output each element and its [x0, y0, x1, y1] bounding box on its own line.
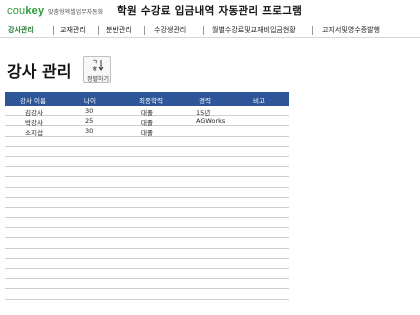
table-row[interactable]: 소지섭 30 대졸: [5, 126, 289, 137]
table-row[interactable]: [5, 259, 289, 269]
table-row[interactable]: [5, 269, 289, 280]
table-row[interactable]: [5, 137, 289, 147]
svg-text:ㅎ: ㅎ: [92, 66, 98, 72]
app-header: coukey 맞춤형엑셀업무자동화 학원 수강료 입금내역 자동관리 프로그램: [0, 0, 420, 22]
tab-class-management[interactable]: 분반관리: [106, 25, 132, 35]
tab-monthly-payment-status[interactable]: 월별수강료및교재비입금현황: [212, 25, 296, 35]
nav-divider: [203, 26, 204, 35]
svg-text:ㄱ: ㄱ: [92, 59, 98, 66]
column-header-name: 강사 이름: [20, 97, 46, 105]
table-row[interactable]: [5, 198, 289, 208]
table-row[interactable]: 박강사 25 대졸 AGWorks: [5, 116, 289, 127]
sort-korean-icon: ㄱ ㅎ: [92, 58, 104, 75]
table-cell[interactable]: 30: [85, 107, 93, 115]
column-header-remarks: 비고: [253, 97, 265, 105]
instructor-table: 강사 이름 나이 최종학력 경력 비고 김강사 30 대졸 15년 박강사 25 대졸 AGW…: [5, 92, 289, 300]
brand-tagline: 맞춤형엑셀업무자동화: [48, 9, 104, 16]
main-nav: 강사관리 교재관리 분반관리 수강생관리 월별수강료및교재비입금현황 고지서및영…: [0, 23, 420, 38]
tab-student-management[interactable]: 수강생관리: [154, 25, 186, 35]
tab-textbook-management[interactable]: 교재관리: [60, 25, 86, 35]
nav-divider: [144, 26, 145, 35]
table-cell[interactable]: AGWorks: [196, 117, 225, 125]
table-row[interactable]: [5, 289, 289, 300]
app-title: 학원 수강료 입금내역 자동관리 프로그램: [117, 5, 303, 17]
table-row[interactable]: [5, 177, 289, 188]
table-row[interactable]: [5, 167, 289, 178]
table-row[interactable]: [5, 228, 289, 239]
table-row[interactable]: [5, 279, 289, 290]
sort-button[interactable]: ㄱ ㅎ 정렬하기: [83, 56, 111, 83]
table-row[interactable]: [5, 208, 289, 219]
brand-logo: coukey: [7, 5, 45, 17]
table-header: 강사 이름 나이 최종학력 경력 비고: [5, 92, 289, 106]
table-row[interactable]: [5, 218, 289, 229]
table-row[interactable]: [5, 249, 289, 259]
tab-invoice-receipt[interactable]: 고지서및영수증발행: [322, 25, 380, 35]
table-row[interactable]: [5, 188, 289, 198]
tab-instructor-management[interactable]: 강사관리: [8, 25, 34, 35]
sort-button-label: 정렬하기: [86, 76, 110, 83]
table-row[interactable]: [5, 147, 289, 157]
column-header-education: 최종학력: [139, 97, 163, 105]
column-header-career: 경력: [199, 97, 211, 105]
page-title: 강사 관리: [7, 62, 72, 81]
table-row[interactable]: [5, 238, 289, 249]
table-cell[interactable]: 25: [85, 117, 93, 125]
table-row[interactable]: [5, 157, 289, 168]
column-header-age: 나이: [84, 97, 96, 105]
nav-divider: [312, 26, 313, 35]
nav-divider: [53, 26, 54, 35]
table-row[interactable]: 김강사 30 대졸 15년: [5, 106, 289, 117]
table-cell[interactable]: 30: [85, 127, 93, 135]
table-body: 김강사 30 대졸 15년 박강사 25 대졸 AGWorks 소지섭 30 대졸: [5, 106, 289, 300]
nav-divider: [98, 26, 99, 35]
